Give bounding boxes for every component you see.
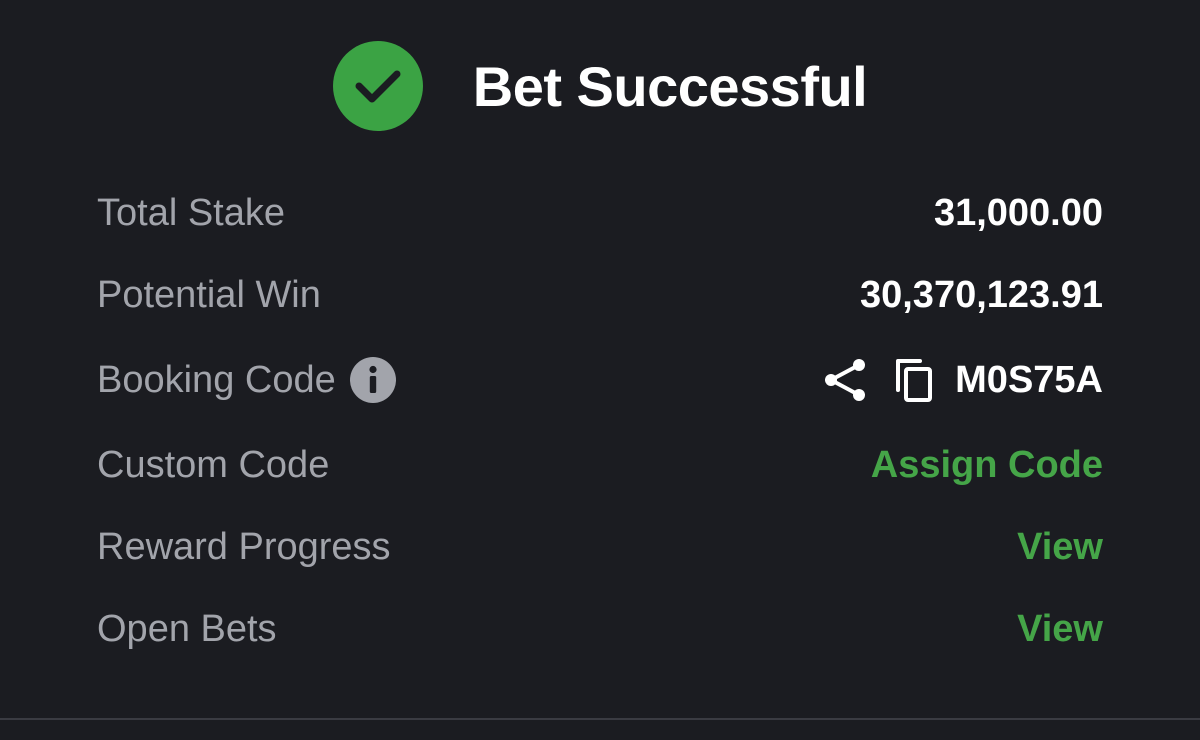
potential-win-value: 30,370,123.91	[859, 273, 1103, 316]
open-bets-row: Open Bets View	[97, 588, 1103, 670]
booking-code-row: Booking Code M0S75A	[97, 336, 1103, 424]
custom-code-label: Custom Code	[97, 443, 330, 486]
total-stake-row: Total Stake 31,000.00	[97, 172, 1103, 254]
check-circle-icon	[332, 41, 423, 131]
booking-code-label: Booking Code	[97, 358, 336, 401]
reward-progress-view-link[interactable]: View	[1017, 526, 1103, 569]
open-bets-view-link[interactable]: View	[1017, 608, 1103, 651]
success-header: Bet Successful	[0, 40, 1200, 132]
open-bets-label: Open Bets	[97, 607, 277, 650]
assign-code-link[interactable]: Assign Code	[871, 444, 1103, 487]
copy-icon[interactable]	[893, 356, 935, 404]
total-stake-label: Total Stake	[97, 191, 285, 234]
booking-code-label-group: Booking Code	[97, 357, 396, 403]
potential-win-label: Potential Win	[97, 273, 321, 316]
custom-code-row: Custom Code Assign Code	[97, 424, 1103, 506]
info-icon[interactable]	[349, 357, 396, 403]
reward-progress-row: Reward Progress View	[97, 506, 1103, 588]
divider	[0, 718, 1200, 720]
total-stake-value: 31,000.00	[933, 191, 1103, 234]
reward-progress-label: Reward Progress	[97, 525, 391, 568]
page-title: Bet Successful	[472, 54, 868, 118]
bet-confirmation-screen: Bet Successful Total Stake 31,000.00 Pot…	[0, 0, 1200, 740]
bet-details-list: Total Stake 31,000.00 Potential Win 30,3…	[97, 172, 1103, 670]
potential-win-row: Potential Win 30,370,123.91	[97, 254, 1103, 336]
booking-code-value-group: M0S75A	[823, 356, 1103, 404]
share-icon[interactable]	[823, 357, 867, 403]
booking-code-value: M0S75A	[955, 358, 1103, 401]
